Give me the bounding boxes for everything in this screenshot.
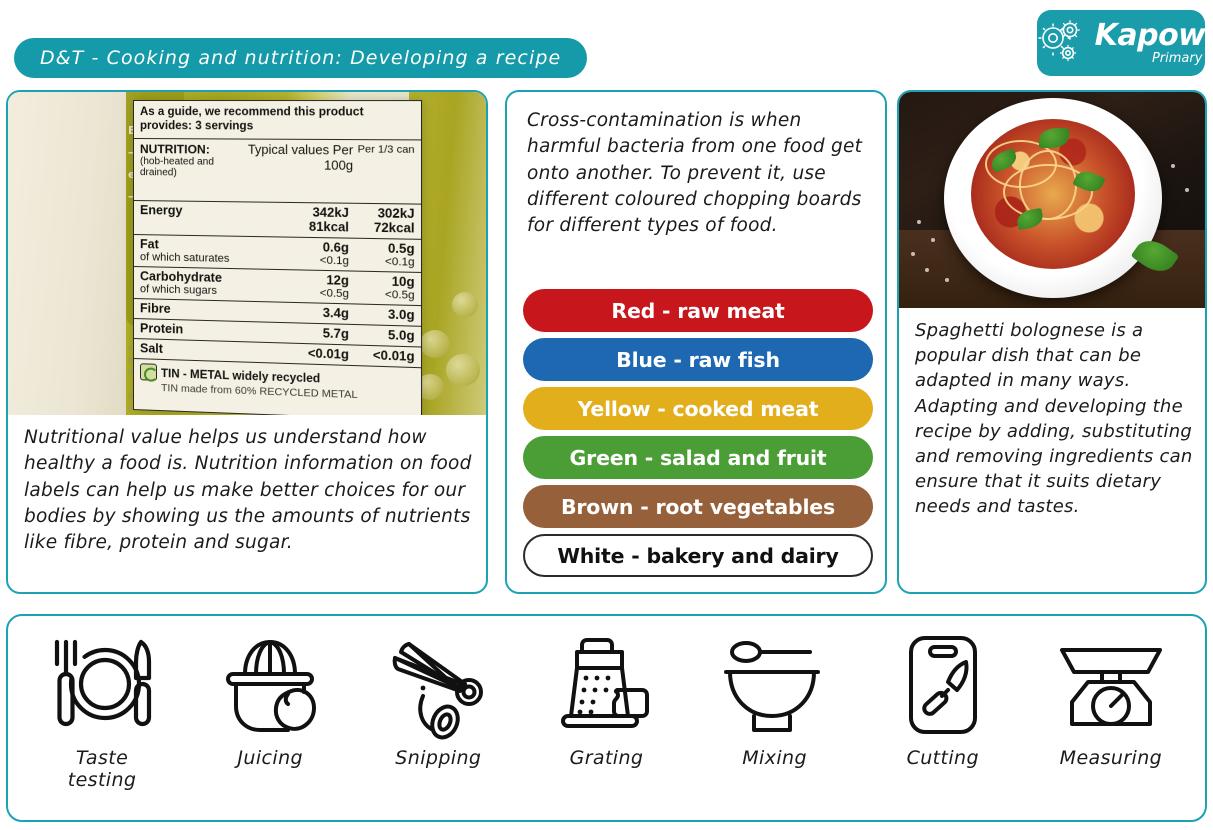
scissors-icon [392, 642, 484, 740]
skill-snipping[interactable]: Snipping [363, 630, 513, 770]
skill-measuring[interactable]: Measuring [1036, 630, 1186, 770]
nutrition-table-header: NUTRITION: (hob-heated and drained) Typi… [133, 139, 421, 205]
nutrition-row-v1b: <0.5g [319, 287, 349, 301]
nutrition-row-v2: 3.0g [387, 307, 415, 323]
board-bar-label: Red - raw meat [611, 298, 785, 323]
pea-decor [420, 330, 450, 358]
board-bar-red[interactable]: Red - raw meat [523, 289, 873, 332]
nutrition-row-v1b: <0.1g [319, 254, 349, 268]
board-bar-green[interactable]: Green - salad and fruit [523, 436, 873, 479]
page-title: D&T - Cooking and nutrition: Developing … [14, 38, 588, 78]
nutrition-header-title: NUTRITION: [139, 142, 210, 157]
nutrition-row: Energy 342kJ 81kcal 302kJ 72kcal [133, 201, 421, 240]
skill-cutting[interactable]: Cutting [868, 630, 1018, 770]
nutrition-row-v2: 0.5g [387, 241, 415, 257]
skill-label: Snipping [395, 747, 482, 769]
board-bar-label: Brown - root vegetables [560, 494, 836, 519]
nutrition-row-v2b: 72kcal [373, 220, 415, 236]
nutrition-row-v1: 5.7g [322, 326, 349, 342]
chopping-board-knife-icon [908, 636, 977, 734]
skill-label: Grating [569, 747, 644, 769]
can-left-band [8, 92, 126, 415]
logo-kapow-text: Kapow [1094, 18, 1206, 53]
nutrition-row-v2: 10g [391, 274, 415, 290]
board-bar-brown[interactable]: Brown - root vegetables [523, 485, 873, 528]
chopping-board-legend: Red - raw meat Blue - raw fish Yellow - … [523, 289, 873, 583]
nutrition-guide-line: As a guide, we recommend this product pr… [133, 101, 421, 141]
skill-mixing[interactable]: Mixing [700, 630, 850, 770]
mixing-bowl-icon [723, 641, 820, 732]
spaghetti-bolognese-photo [899, 92, 1205, 308]
kapow-primary-logo: Kapow Primary [1037, 10, 1206, 76]
nutrition-header-sub: (hob-heated and drained) [139, 156, 214, 179]
skill-label: Measuring [1059, 747, 1163, 769]
skill-label: Taste testing [67, 747, 137, 791]
skill-label: Mixing [742, 747, 807, 769]
nutrition-row-name: Protein [139, 321, 184, 337]
nutrition-card: EN—en— ents etcoderatelandsin aplace As … [6, 90, 488, 594]
nutrition-row-v2: <0.01g [372, 348, 415, 364]
cooking-skills-strip: Taste testing Juicing Snipping Grating M… [6, 614, 1207, 822]
spaghetti-caption: Spaghetti bolognese is a popular dish th… [915, 318, 1193, 520]
nutrition-row-v2: 5.0g [387, 328, 415, 344]
spaghetti-card: Spaghetti bolognese is a popular dish th… [897, 90, 1207, 594]
logo-wordmark: Kapow Primary [1094, 18, 1206, 66]
board-bar-yellow[interactable]: Yellow - cooked meat [523, 387, 873, 430]
nutrition-col-typical: Typical values Per 100g [247, 142, 354, 173]
nutrition-row-name: Fibre [139, 301, 171, 317]
cross-contamination-card: Cross-contamination is when harmful bact… [505, 90, 887, 594]
nutrition-row-name: Energy [139, 203, 183, 218]
recycle-sub: TIN made from 60% RECYCLED METAL [161, 382, 358, 402]
spaghetti-caption-text: Spaghetti bolognese is a popular dish th… [915, 320, 1193, 518]
plate-fork-knife-icon [54, 639, 152, 727]
cross-contamination-intro: Cross-contamination is when harmful bact… [527, 108, 872, 239]
nutrition-row-v1: 342kJ [312, 205, 349, 221]
nutrition-col-percan: Per 1/3 can [357, 143, 415, 156]
skill-label: Cutting [906, 747, 979, 769]
skill-label: Juicing [237, 747, 303, 769]
nutrition-row-v2b: <0.1g [384, 255, 415, 269]
nutrition-row-sub: of which sugars [139, 283, 218, 298]
cross-contamination-intro-text: Cross-contamination is when harmful bact… [527, 110, 863, 237]
nutrition-row-v1: 3.4g [322, 305, 349, 321]
board-bar-label: White - bakery and dairy [557, 543, 839, 568]
nutrition-row-sub: of which saturates [139, 251, 230, 265]
nutrition-caption-text: Nutritional value helps us understand ho… [24, 427, 472, 554]
board-bar-label: Green - salad and fruit [569, 445, 827, 470]
nutrition-caption: Nutritional value helps us understand ho… [24, 425, 476, 556]
recycle-icon [139, 363, 157, 381]
board-bar-label: Yellow - cooked meat [577, 396, 819, 421]
recycling-note: TIN - METAL widely recycled TIN made fro… [134, 359, 421, 408]
skill-taste-testing[interactable]: Taste testing [27, 630, 177, 792]
nutrition-row-v2: 302kJ [377, 206, 415, 222]
gears-icon [1038, 20, 1080, 62]
citrus-juicer-icon [226, 640, 317, 732]
nutrition-row-v1: <0.01g [307, 346, 349, 362]
nutrition-label-photo: EN—en— ents etcoderatelandsin aplace As … [8, 92, 486, 415]
board-bar-label: Blue - raw fish [616, 347, 780, 372]
nutrition-row-v1b: 81kcal [308, 219, 349, 235]
logo-primary-text: Primary [1151, 51, 1203, 66]
nutrition-table: As a guide, we recommend this product pr… [133, 100, 423, 415]
nutrition-row-v2b: <0.5g [384, 288, 415, 302]
board-bar-blue[interactable]: Blue - raw fish [523, 338, 873, 381]
box-grater-icon [561, 638, 650, 728]
skill-juicing[interactable]: Juicing [195, 630, 345, 770]
pea-decor [452, 292, 478, 317]
pea-decor [446, 354, 480, 386]
kitchen-scale-icon [1059, 648, 1162, 726]
page-header: D&T - Cooking and nutrition: Developing … [0, 0, 1213, 88]
board-bar-white[interactable]: White - bakery and dairy [523, 534, 873, 577]
nutrition-row-name: Salt [139, 341, 163, 356]
skill-grating[interactable]: Grating [531, 630, 681, 770]
